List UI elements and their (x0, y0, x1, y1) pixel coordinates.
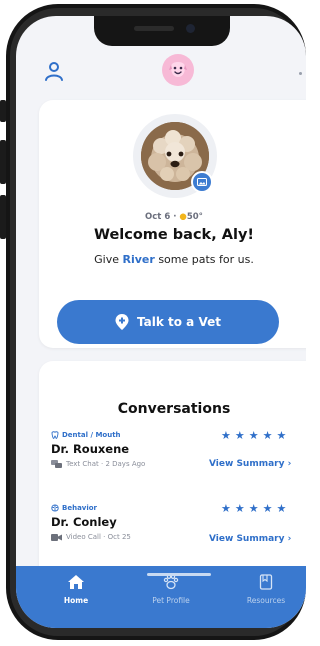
date-separator: · (173, 212, 177, 222)
pet-name: River (122, 253, 155, 266)
book-icon (259, 574, 273, 590)
chat-bubbles-icon (51, 460, 62, 468)
conversations-title: Conversations (117, 401, 231, 417)
chat-pin-icon (115, 314, 129, 330)
notch (94, 16, 230, 46)
pet-avatar-ring (133, 114, 217, 198)
tab-pet-profile[interactable]: Pet Profile (131, 574, 211, 605)
volume-up-button (0, 140, 6, 184)
tab-label: Home (63, 596, 89, 605)
app-screen: Oct 6 · ●50° Welcome back, Aly! Give Riv… (16, 16, 306, 628)
paw-icon (163, 574, 179, 590)
rating-stars: ★★★★★ (221, 429, 291, 442)
conversation-date: Oct 25 (107, 533, 131, 541)
rating-stars: ★★★★★ (221, 502, 291, 515)
tooth-icon (51, 431, 59, 439)
talk-to-vet-button[interactable]: Talk to a Vet (57, 300, 279, 344)
conversation-date: 2 Days Ago (105, 460, 146, 468)
home-indicator (147, 573, 211, 576)
doctor-name: Dr. Conley (51, 515, 117, 529)
volume-down-button (0, 195, 6, 239)
welcome-title: Welcome back, Aly! (93, 227, 255, 243)
brain-icon (51, 504, 59, 512)
conversation-item[interactable]: Dental / Mouth Dr. Rouxene Text Chat · 2… (51, 429, 306, 469)
date-weather: Oct 6 · ●50° (39, 212, 306, 222)
view-summary-link[interactable]: View Summary › (209, 459, 291, 469)
welcome-message: Give River some pats for us. (39, 253, 306, 266)
overflow-indicator (299, 72, 302, 75)
date-text: Oct 6 (145, 212, 171, 222)
edit-photo-icon[interactable] (191, 171, 213, 193)
meta-separator: · (100, 460, 104, 468)
tab-label: Pet Profile (152, 596, 190, 605)
video-camera-icon (51, 533, 62, 541)
message-suffix: some pats for us. (158, 253, 254, 266)
category-label: Dental / Mouth (62, 431, 121, 439)
message-prefix: Give (94, 253, 120, 266)
earpiece-speaker (134, 26, 174, 31)
tab-home[interactable]: Home (36, 574, 116, 605)
front-camera (186, 24, 195, 33)
conversation-item[interactable]: Behavior Dr. Conley Video Call · Oct 25 … (51, 502, 306, 544)
channel-label: Text Chat (66, 460, 99, 468)
view-summary-link[interactable]: View Summary › (209, 534, 291, 544)
dog-face-logo (162, 54, 194, 86)
sun-icon: ● (179, 212, 187, 222)
mute-switch (0, 100, 6, 122)
user-icon[interactable] (43, 60, 65, 82)
talk-to-vet-label: Talk to a Vet (137, 315, 221, 329)
home-icon (68, 575, 84, 589)
channel-label: Video Call (66, 533, 101, 541)
top-bar (16, 46, 306, 96)
category-label: Behavior (62, 504, 98, 512)
doctor-name: Dr. Rouxene (51, 442, 130, 456)
meta-separator: · (103, 533, 106, 541)
tab-label: Resources (246, 596, 286, 605)
temperature-text: 50° (186, 212, 203, 222)
tab-resources[interactable]: Resources (226, 574, 306, 605)
